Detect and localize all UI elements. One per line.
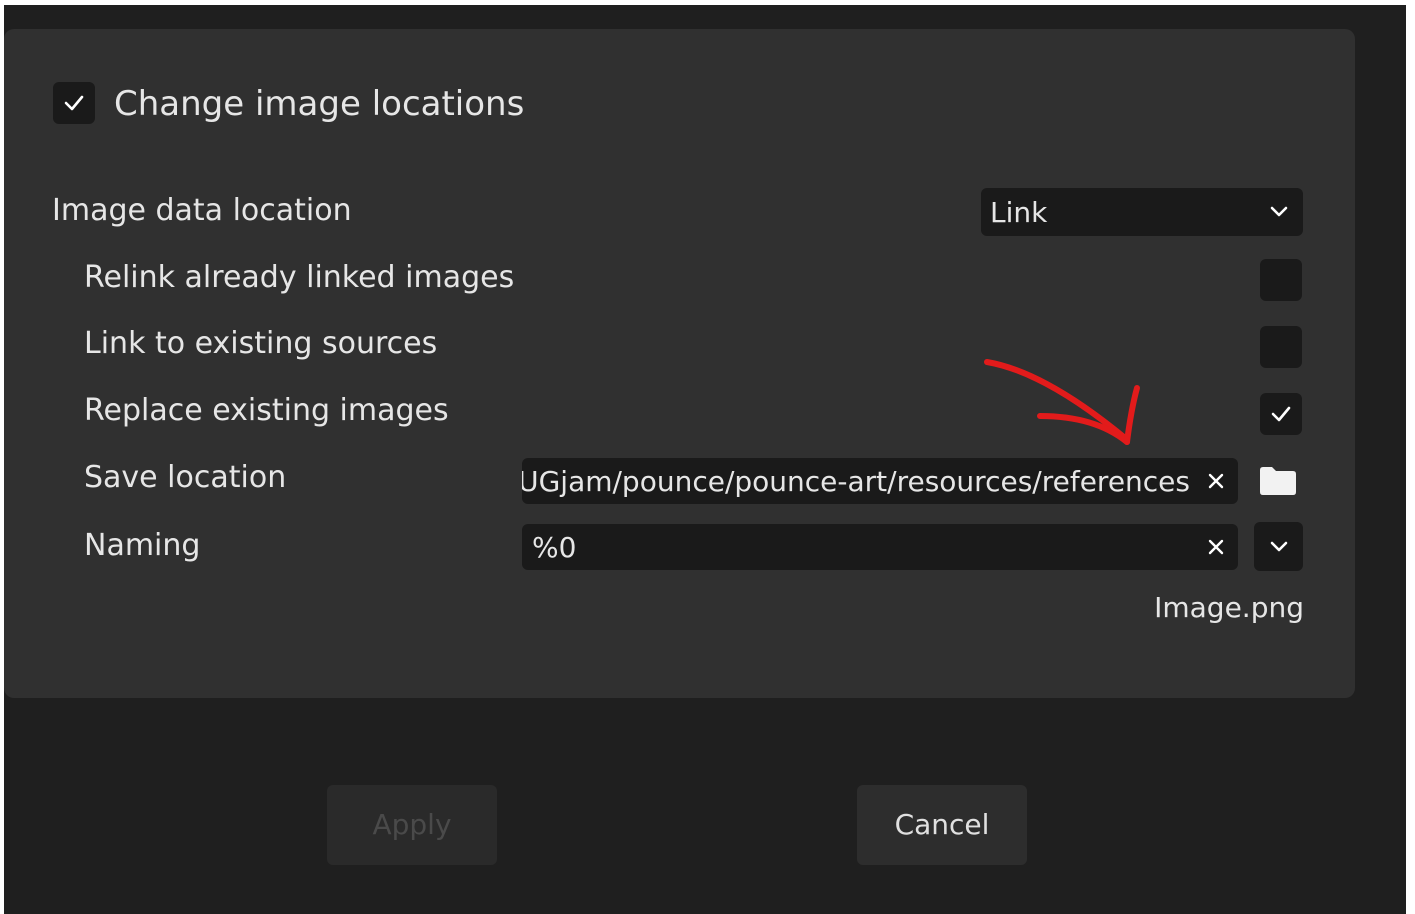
naming-input[interactable]: %0 xyxy=(522,524,1238,570)
change-image-locations-checkbox[interactable] xyxy=(53,82,95,124)
replace-existing-checkbox[interactable] xyxy=(1260,393,1302,435)
cancel-button[interactable]: Cancel xyxy=(857,785,1027,865)
naming-dropdown-button[interactable] xyxy=(1254,522,1303,571)
relink-label: Relink already linked images xyxy=(84,260,515,295)
replace-existing-label: Replace existing images xyxy=(84,393,449,428)
folder-icon[interactable] xyxy=(1258,466,1298,496)
image-data-location-select[interactable]: Link xyxy=(981,188,1303,236)
apply-button[interactable]: Apply xyxy=(327,785,497,865)
check-icon xyxy=(64,95,84,111)
image-data-location-value: Link xyxy=(990,196,1048,229)
save-location-label: Save location xyxy=(84,460,287,495)
change-image-locations-label: Change image locations xyxy=(114,84,525,124)
close-icon[interactable] xyxy=(1207,538,1225,556)
annotation-arrow-icon xyxy=(984,359,1140,445)
chevron-down-icon xyxy=(1270,541,1288,552)
link-existing-checkbox[interactable] xyxy=(1260,326,1302,368)
close-icon[interactable] xyxy=(1207,472,1225,490)
relink-checkbox[interactable] xyxy=(1260,259,1302,301)
naming-value: %0 xyxy=(532,531,577,564)
chevron-down-icon xyxy=(1270,206,1288,217)
link-existing-label: Link to existing sources xyxy=(84,326,438,361)
check-icon xyxy=(1271,406,1291,422)
save-location-value: /BUGjam/pounce/pounce-art/resources/refe… xyxy=(522,465,1190,498)
naming-preview: Image.png xyxy=(1154,591,1304,624)
save-location-input[interactable]: /BUGjam/pounce/pounce-art/resources/refe… xyxy=(522,458,1238,504)
image-data-location-label: Image data location xyxy=(52,193,352,228)
naming-label: Naming xyxy=(84,528,201,563)
